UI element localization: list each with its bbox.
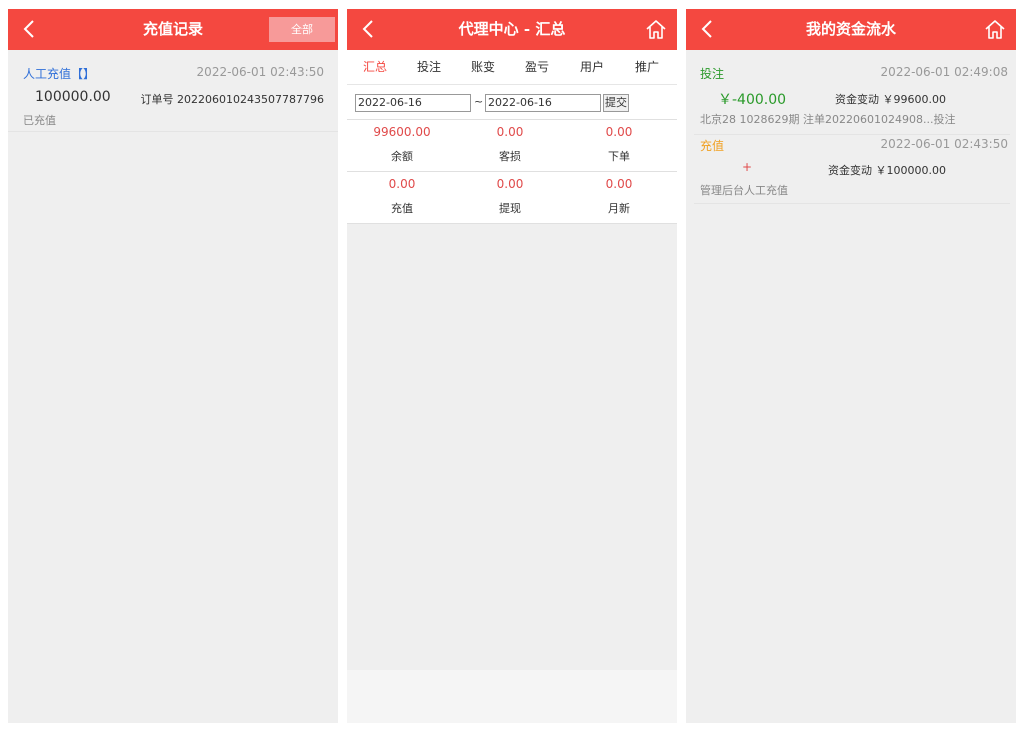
stat-value: 0.00	[496, 125, 524, 139]
header: 我的资金流水	[686, 9, 1016, 50]
fund-flow-panel: 我的资金流水 投注 2022-06-01 02:49:08 ￥-400.00 资…	[686, 9, 1016, 723]
recharge-amount: 100000.00	[35, 89, 111, 105]
tab-bar: 汇总 投注 账变 盈亏 用户 推广	[347, 50, 677, 85]
flow-type: 充值	[700, 139, 725, 153]
bottom-area	[347, 670, 677, 723]
stat-value: 0.00	[605, 125, 633, 139]
stat-value: 0.00	[605, 177, 633, 191]
tab-promotion[interactable]: 推广	[635, 50, 659, 85]
stat-label: 余额	[391, 150, 413, 163]
tab-transactions[interactable]: 账变	[471, 50, 495, 85]
stat-label: 下单	[608, 150, 630, 163]
stat-value: 0.00	[388, 177, 416, 191]
flow-description: 北京28 1028629期 注单20220601024908...投注	[700, 113, 956, 126]
tab-summary[interactable]: 汇总	[363, 50, 387, 85]
page-title: 我的资金流水	[805, 20, 896, 38]
home-icon[interactable]	[984, 18, 1006, 40]
recharge-type: 人工充值【】	[23, 67, 96, 81]
flow-item[interactable]: 投注 2022-06-01 02:49:08 ￥-400.00 资金变动 ￥99…	[694, 50, 1010, 135]
tab-profit-loss[interactable]: 盈亏	[525, 50, 549, 85]
tab-users[interactable]: 用户	[580, 50, 604, 85]
date-filter-bar: 2022-06-16 ~ 2022-06-16 提交	[347, 85, 677, 120]
flow-balance-change: 资金变动 ￥100000.00	[828, 164, 946, 177]
stats-row-1: 99600.00 余额 0.00 客损 0.00 下单	[347, 120, 677, 172]
date-separator: ~	[474, 95, 484, 108]
stat-label: 月新	[608, 202, 630, 215]
recharge-record-item[interactable]: 人工充值【】 2022-06-01 02:43:50 100000.00 订单号…	[8, 50, 338, 132]
submit-button[interactable]: 提交	[603, 94, 629, 112]
recharge-status: 已充值	[23, 114, 56, 127]
order-number: 订单号 202206010243507787796	[140, 93, 324, 106]
stat-value: 0.00	[496, 177, 524, 191]
flow-amount: ￥-400.00	[718, 92, 787, 108]
filter-all-button[interactable]: 全部	[269, 17, 335, 42]
tab-bets[interactable]: 投注	[417, 50, 441, 85]
stats-row-2: 0.00 充值 0.00 提现 0.00 月新	[347, 172, 677, 224]
stat-value: 99600.00	[373, 125, 431, 139]
flow-type: 投注	[700, 67, 725, 81]
flow-time: 2022-06-01 02:49:08	[880, 65, 1008, 79]
flow-item[interactable]: 充值 2022-06-01 02:43:50 + 资金变动 ￥100000.00…	[694, 135, 1010, 204]
agent-center-panel: 代理中心 - 汇总 汇总 投注 账变 盈亏 用户 推广 2022-06-16 ~…	[347, 9, 677, 723]
start-date-input[interactable]: 2022-06-16	[355, 94, 471, 112]
flow-amount: +	[742, 160, 753, 174]
stat-label: 提现	[499, 202, 521, 215]
flow-time: 2022-06-01 02:43:50	[880, 137, 1008, 151]
header: 充值记录 全部	[8, 9, 338, 50]
page-title: 代理中心 - 汇总	[458, 20, 566, 38]
flow-description: 管理后台人工充值	[700, 184, 788, 197]
recharge-time: 2022-06-01 02:43:50	[196, 65, 324, 79]
home-icon[interactable]	[645, 18, 667, 40]
end-date-input[interactable]: 2022-06-16	[485, 94, 601, 112]
recharge-record-panel: 充值记录 全部 人工充值【】 2022-06-01 02:43:50 10000…	[8, 9, 338, 723]
stat-label: 充值	[391, 202, 413, 215]
header: 代理中心 - 汇总	[347, 9, 677, 50]
flow-balance-change: 资金变动 ￥99600.00	[835, 93, 946, 106]
stat-label: 客损	[499, 150, 521, 163]
